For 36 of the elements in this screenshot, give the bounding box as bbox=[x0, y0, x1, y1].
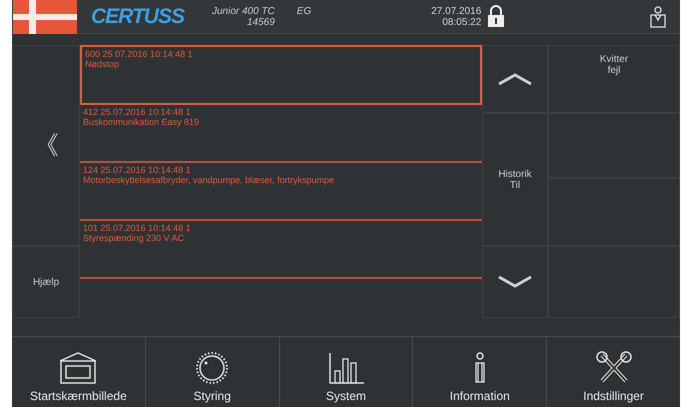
alarm-text: Buskommunikation Easy 819 bbox=[83, 117, 200, 127]
nav-button[interactable]: Indstillinger bbox=[547, 337, 680, 407]
date-label: 27.07.2016 bbox=[431, 6, 482, 16]
location-label: EG bbox=[296, 6, 312, 16]
chevron-up-icon bbox=[497, 72, 533, 86]
alarm-entry[interactable]: 124 25.07.2016 10:14:48 1 Motorbeskyttelsesafbryder, vandpumpe, blæser, fortrykspumpe bbox=[80, 163, 482, 221]
alarm-text: Nødstop bbox=[85, 59, 120, 69]
tools-icon bbox=[594, 351, 634, 385]
scroll-up-button[interactable] bbox=[482, 45, 548, 113]
alarm-text: Motorbeskyttelsesafbryder, vandpumpe, blæser, fortrykspumpe bbox=[83, 175, 336, 185]
chevron-down-icon bbox=[497, 275, 533, 289]
alarm-code: 412 25.07.2016 10:14:48 1 bbox=[83, 107, 192, 117]
history-button[interactable]: Historik Til bbox=[482, 113, 548, 246]
nav-button[interactable]: System bbox=[280, 337, 414, 407]
nav-button[interactable]: Startskærmbillede bbox=[12, 337, 146, 407]
nav-button[interactable]: Information bbox=[413, 337, 548, 407]
flag-icon bbox=[13, 0, 77, 34]
user-icon bbox=[650, 6, 666, 28]
back-button[interactable]: 《 bbox=[12, 45, 80, 246]
scroll-down-button[interactable] bbox=[482, 246, 548, 318]
nav-button[interactable]: Styring bbox=[146, 337, 280, 407]
alarm-code: 101 25.07.2016 10:14:48 1 bbox=[83, 223, 192, 233]
serial-number: 14569 bbox=[246, 16, 275, 28]
info-icon bbox=[474, 351, 485, 385]
help-button[interactable]: Hjælp bbox=[12, 246, 80, 318]
alarm-entry[interactable]: 101 25.07.2016 10:14:48 1 Styrespænding 230 V AC bbox=[80, 221, 482, 279]
alarm-code: 124 25.07.2016 10:14:48 1 bbox=[83, 165, 192, 175]
alarm-entry[interactable]: 600 25.07.2016 10:14:48 1 Nødstop bbox=[80, 45, 482, 105]
house-icon bbox=[58, 351, 98, 385]
time-label: 08:05:22 bbox=[442, 16, 482, 28]
model-name: Junior 400 TC bbox=[212, 6, 275, 16]
alarm-code: 600 25.07.2016 10:14:48 1 bbox=[85, 49, 194, 59]
logo: CERTUSS bbox=[91, 4, 184, 28]
alarm-text: Styrespænding 230 V AC bbox=[83, 233, 186, 243]
acknowledge-button[interactable]: Kvitter fejl bbox=[548, 45, 680, 113]
alarm-entry[interactable]: 412 25.07.2016 10:14:48 1 Buskommunikation Easy 819 bbox=[80, 105, 482, 163]
